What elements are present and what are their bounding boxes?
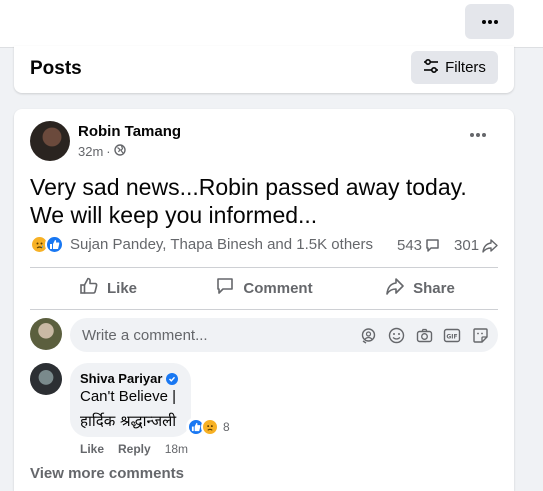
comment-bubble-icon bbox=[425, 238, 440, 253]
comment-button[interactable]: Comment bbox=[186, 271, 342, 305]
sliders-icon bbox=[423, 58, 439, 77]
sad-reaction-icon bbox=[201, 418, 219, 436]
like-label: Like bbox=[106, 279, 137, 297]
verified-badge-icon bbox=[166, 372, 179, 385]
comment-count[interactable]: 543 bbox=[397, 237, 440, 254]
share-count[interactable]: 301 bbox=[454, 237, 498, 254]
top-bar bbox=[0, 0, 543, 48]
post-more-button[interactable] bbox=[470, 133, 486, 137]
share-arrow-icon bbox=[482, 238, 498, 253]
more-horizontal-icon bbox=[481, 19, 498, 24]
divider-bottom bbox=[30, 309, 498, 310]
meta-separator: · bbox=[106, 144, 111, 159]
comment-reply-link[interactable]: Reply bbox=[118, 442, 151, 456]
comment-text-line-1: Can't Believe | bbox=[80, 388, 176, 405]
comment-input[interactable]: Write a comment... GIF bbox=[70, 318, 498, 352]
commenter-name[interactable]: Shiva Pariyar bbox=[80, 371, 162, 386]
share-button[interactable]: Share bbox=[342, 271, 498, 305]
camera-icon[interactable] bbox=[415, 326, 433, 344]
comment-reactions[interactable]: 8 bbox=[186, 417, 233, 437]
divider-top bbox=[30, 267, 498, 268]
comment-meta: Like Reply 18m bbox=[80, 442, 188, 456]
avatar-sticker-icon[interactable] bbox=[359, 326, 377, 344]
filters-label: Filters bbox=[445, 59, 486, 76]
svg-text:GIF: GIF bbox=[446, 333, 457, 340]
current-user-avatar[interactable] bbox=[30, 318, 62, 350]
composer-icons: GIF bbox=[359, 326, 489, 344]
like-reaction-icon bbox=[45, 235, 64, 254]
comment-bubble: Shiva Pariyar Can't Believe | हार्दिक श्… bbox=[70, 363, 191, 437]
post-text-line-1: Very sad news...Robin passed away today. bbox=[30, 174, 467, 200]
reactors-text[interactable]: Sujan Pandey, Thapa Binesh and 1.5K othe… bbox=[70, 236, 373, 253]
more-options-button[interactable] bbox=[465, 4, 514, 39]
view-more-comments-link[interactable]: View more comments bbox=[30, 465, 184, 482]
post-author[interactable]: Robin Tamang bbox=[78, 123, 181, 140]
posts-title: Posts bbox=[30, 58, 82, 79]
post-card: Robin Tamang 32m · Very sad news...Robin… bbox=[14, 109, 514, 491]
post-text-line-2: We will keep you informed... bbox=[30, 202, 318, 228]
comment-reaction-count: 8 bbox=[223, 420, 230, 434]
commenter-name-row: Shiva Pariyar bbox=[80, 371, 179, 386]
comment-label: Comment bbox=[243, 279, 313, 297]
comment-icon bbox=[215, 276, 235, 300]
commenter-avatar[interactable] bbox=[30, 363, 62, 395]
share-label: Share bbox=[413, 279, 455, 297]
comment-like-link[interactable]: Like bbox=[80, 442, 104, 456]
author-avatar[interactable] bbox=[30, 121, 70, 161]
post-text: Very sad news...Robin passed away today.… bbox=[30, 173, 500, 229]
emoji-icon[interactable] bbox=[387, 326, 405, 344]
sticker-icon[interactable] bbox=[471, 326, 489, 344]
post-time[interactable]: 32m bbox=[78, 144, 103, 159]
engagement-counts: 543 301 bbox=[397, 237, 498, 254]
gif-icon[interactable]: GIF bbox=[443, 326, 461, 344]
share-count-value: 301 bbox=[454, 237, 480, 254]
thumbs-up-icon bbox=[79, 276, 99, 300]
comment-time[interactable]: 18m bbox=[165, 442, 188, 456]
filters-button[interactable]: Filters bbox=[411, 51, 498, 84]
globe-icon bbox=[113, 144, 126, 159]
like-button[interactable]: Like bbox=[30, 271, 186, 305]
posts-header-card: Posts Filters bbox=[14, 46, 514, 93]
post-actions: Like Comment Share bbox=[30, 271, 498, 305]
comment-text-line-2: हार्दिक श्रद्धान्जली bbox=[80, 412, 177, 430]
more-horizontal-icon bbox=[470, 133, 486, 137]
comment-count-value: 543 bbox=[397, 237, 423, 254]
reaction-summary[interactable]: Sujan Pandey, Thapa Binesh and 1.5K othe… bbox=[30, 235, 373, 254]
post-meta: 32m · bbox=[78, 144, 126, 159]
comment-placeholder: Write a comment... bbox=[82, 327, 208, 344]
share-icon bbox=[385, 276, 405, 300]
